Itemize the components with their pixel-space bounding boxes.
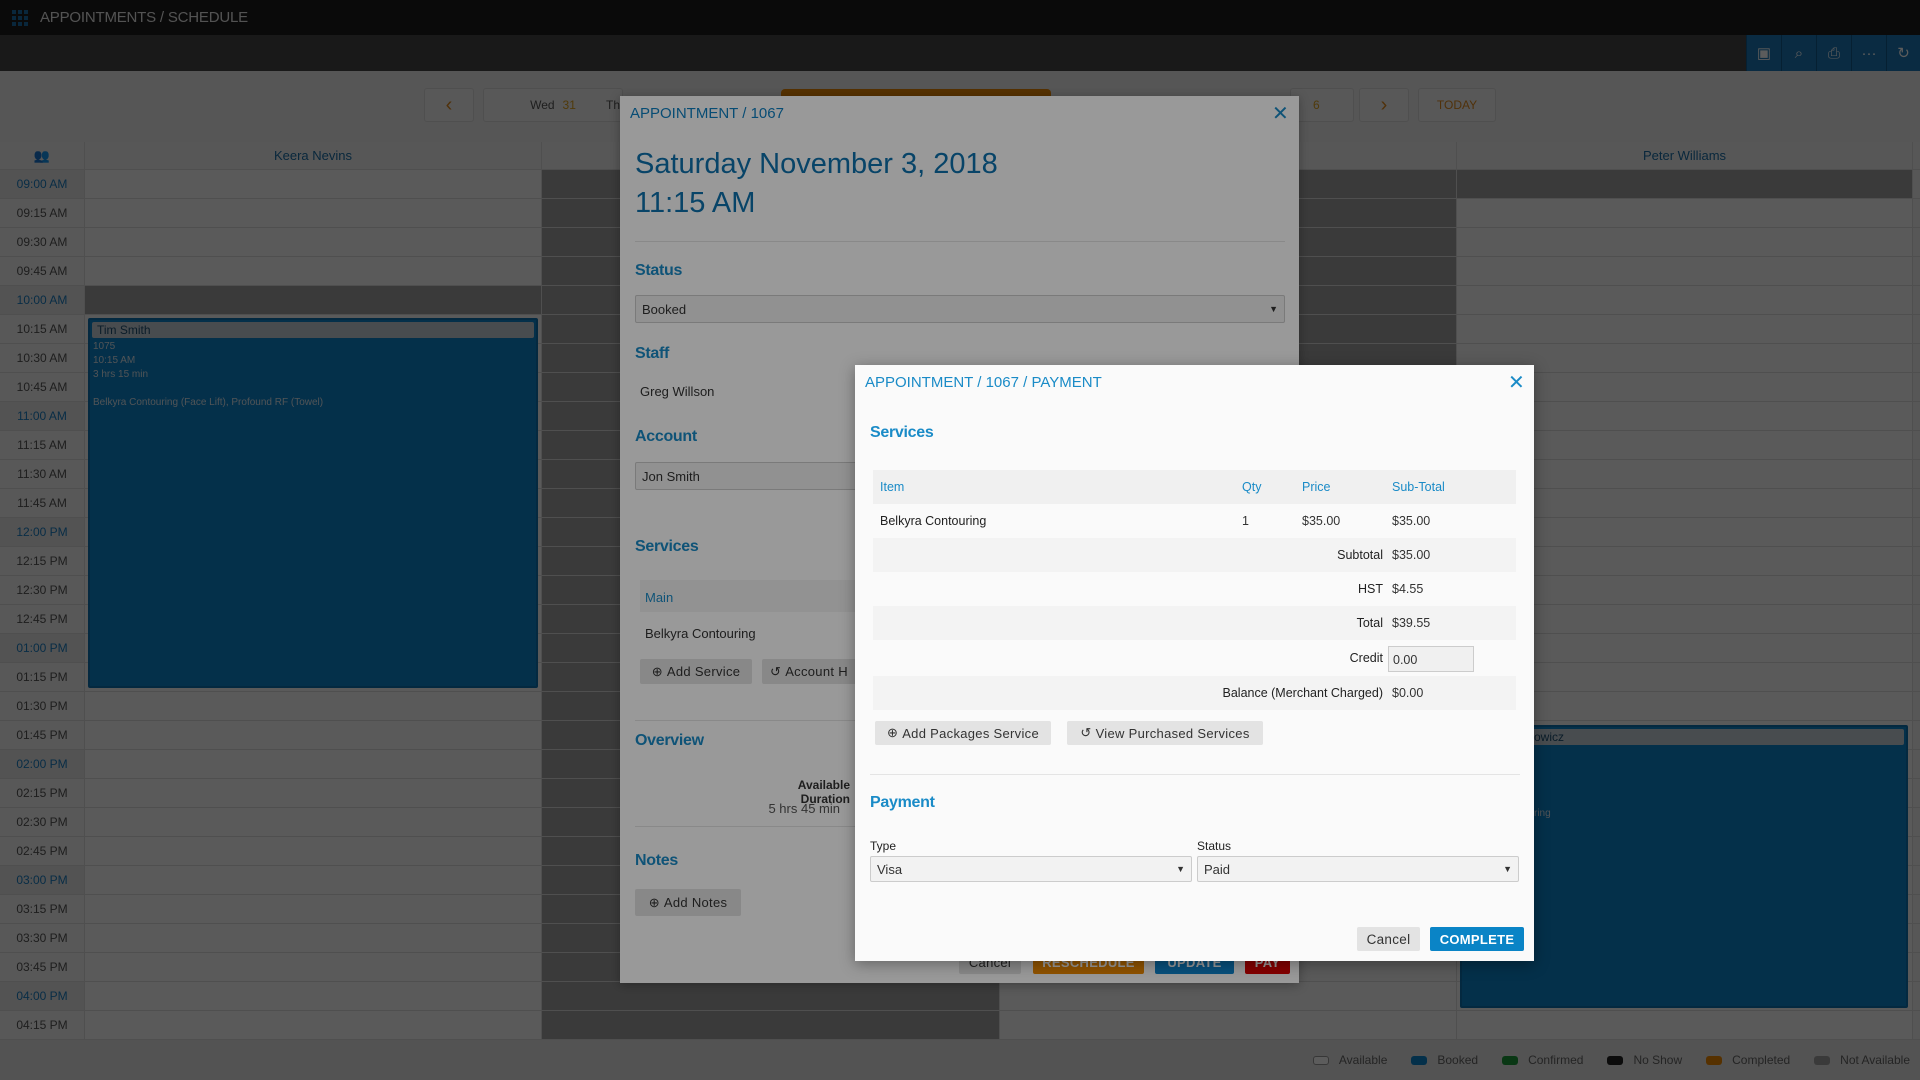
payment-heading: Payment <box>870 794 935 811</box>
table-header: Item Qty Price Sub-Total <box>873 470 1516 504</box>
status-label: Status <box>1197 839 1232 853</box>
payment-type-select[interactable]: Visa ▼ <box>870 856 1192 882</box>
table-row: Belkyra Contouring 1 $35.00 $35.00 <box>873 504 1516 538</box>
credit-row: Credit 0.00 <box>873 640 1516 676</box>
divider <box>870 774 1520 775</box>
balance-row: Balance (Merchant Charged) $0.00 <box>873 676 1516 710</box>
hst-row: HST $4.55 <box>873 572 1516 606</box>
add-packages-service-button[interactable]: ⊕ Add Packages Service <box>875 721 1051 745</box>
chevron-down-icon: ▼ <box>1176 864 1185 874</box>
history-icon: ↺ <box>1080 725 1092 740</box>
type-label: Type <box>870 839 897 853</box>
modal-title: APPOINTMENT / 1067 / PAYMENT <box>865 374 1102 391</box>
close-icon[interactable]: ✕ <box>1508 373 1525 393</box>
complete-button[interactable]: COMPLETE <box>1430 927 1524 951</box>
cancel-button[interactable]: Cancel <box>1357 927 1420 951</box>
chevron-down-icon: ▼ <box>1503 864 1512 874</box>
payment-modal: APPOINTMENT / 1067 / PAYMENT ✕ Services … <box>855 365 1534 961</box>
plus-circle-icon: ⊕ <box>887 725 899 740</box>
total-row: Total $39.55 <box>873 606 1516 640</box>
services-heading: Services <box>870 424 934 441</box>
view-purchased-services-button[interactable]: ↺ View Purchased Services <box>1067 721 1263 745</box>
payment-status-select[interactable]: Paid ▼ <box>1197 856 1519 882</box>
subtotal-row: Subtotal $35.00 <box>873 538 1516 572</box>
credit-input[interactable]: 0.00 <box>1388 646 1474 672</box>
